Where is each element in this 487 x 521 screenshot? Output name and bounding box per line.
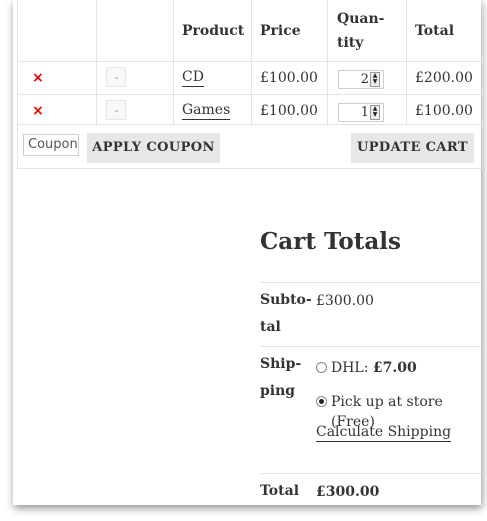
header-total: Total	[415, 23, 455, 39]
shipping-option-name: DHL:	[331, 360, 373, 376]
column-divider	[251, 0, 252, 124]
column-divider	[327, 0, 328, 124]
item-total: £200.00	[415, 70, 473, 86]
header-price: Price	[260, 23, 301, 39]
coupon-code-input[interactable]: Coupon code	[23, 134, 79, 156]
remove-item-icon[interactable]: ×	[32, 70, 44, 86]
header-quantity-line1: Quan-	[337, 11, 385, 27]
calculate-shipping-link[interactable]: Calculate Shipping	[316, 423, 452, 442]
item-price: £100.00	[260, 70, 318, 86]
quantity-value[interactable]: 2	[339, 71, 369, 88]
quantity-stepper[interactable]: 2 ▲ ▼	[338, 70, 384, 89]
totals-divider	[260, 473, 484, 474]
update-cart-button[interactable]: UPDATE CART	[351, 133, 474, 163]
item-total: £100.00	[415, 103, 473, 119]
column-divider	[173, 0, 174, 124]
subtotal-value: £300.00	[316, 293, 374, 309]
header-product: Product	[182, 23, 245, 39]
item-price: £100.00	[260, 103, 318, 119]
product-link[interactable]: Games	[182, 101, 231, 120]
cart-totals-title: Cart Totals	[260, 228, 401, 255]
quantity-value[interactable]: 1	[339, 104, 369, 121]
row-divider	[18, 124, 482, 125]
shipping-option-price: £7.00	[372, 360, 417, 376]
shipping-option-label: DHL: £7.00	[331, 358, 417, 378]
subtotal-label-line2: tal	[260, 319, 281, 335]
product-thumbnail[interactable]	[106, 100, 126, 120]
radio-button-selected[interactable]	[316, 396, 327, 407]
cart-table: Product Price Quan- tity Total × CD £100…	[17, 0, 483, 169]
row-divider	[18, 61, 482, 62]
product-link[interactable]: CD	[182, 68, 204, 87]
product-thumbnail[interactable]	[106, 67, 126, 87]
totals-divider	[260, 346, 484, 347]
column-divider	[96, 0, 97, 124]
subtotal-label-line1: Subto-	[260, 292, 312, 308]
total-value: £300.00	[316, 484, 380, 500]
column-divider	[406, 0, 407, 124]
row-divider	[18, 94, 482, 95]
totals-divider	[260, 282, 484, 283]
total-label: Total	[260, 483, 300, 499]
spinner-arrows-icon[interactable]: ▲ ▼	[370, 72, 380, 87]
shipping-label-line2: ping	[260, 383, 296, 399]
quantity-stepper[interactable]: 1 ▲ ▼	[338, 103, 384, 122]
apply-coupon-button[interactable]: APPLY COUPON	[87, 133, 220, 163]
remove-item-icon[interactable]: ×	[32, 103, 44, 119]
shipping-label-line1: Ship-	[260, 356, 302, 372]
spinner-arrows-icon[interactable]: ▲ ▼	[370, 105, 380, 120]
radio-button[interactable]	[316, 362, 327, 373]
cart-page: Product Price Quan- tity Total × CD £100…	[13, 0, 484, 505]
header-quantity-line2: tity	[337, 35, 364, 51]
